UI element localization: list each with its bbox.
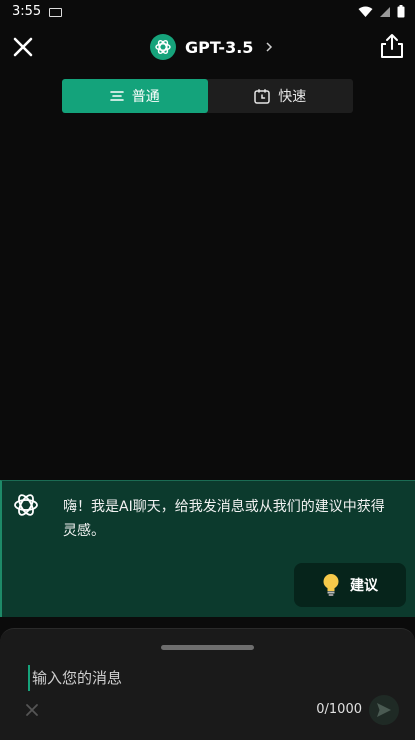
clock-icon [254,88,270,104]
model-selector[interactable]: GPT-3.5 [150,32,273,62]
keyboard-icon [49,8,62,17]
close-button[interactable] [10,34,36,60]
ai-avatar-icon [12,491,40,519]
top-bar: GPT-3.5 [0,24,415,70]
suggest-label: 建议 [350,578,378,594]
lightbulb-icon [323,574,339,596]
char-counter: 0/1000 [316,702,362,717]
model-title: GPT-3.5 [185,37,254,57]
welcome-panel: 嗨！我是AI聊天，给我发消息或从我们的建议中获得灵感。 建议 [0,480,415,617]
lines-icon [109,91,124,101]
share-icon [381,34,403,58]
tab-fast[interactable]: 快速 [208,79,354,113]
signal-icon [380,6,390,17]
openai-logo-icon [150,34,176,60]
message-input[interactable] [28,665,378,691]
welcome-message: 嗨！我是AI聊天，给我发消息或从我们的建议中获得灵感。 [63,499,385,539]
status-bar: 3:55 [0,0,415,24]
suggest-button[interactable]: 建议 [294,563,406,607]
wifi-icon [358,6,373,17]
drag-handle[interactable] [161,645,254,650]
battery-icon [397,5,405,18]
send-button[interactable] [369,695,399,725]
tab-normal-label: 普通 [131,89,160,105]
close-icon [13,37,33,57]
close-icon [26,704,38,716]
send-icon [377,703,391,717]
clear-button[interactable] [23,701,41,719]
tab-normal[interactable]: 普通 [62,79,208,113]
tab-fast-label: 快速 [278,89,307,105]
status-time: 3:55 [12,4,42,19]
chevron-right-icon [266,42,273,52]
share-button[interactable] [379,32,405,60]
status-icons [358,5,405,18]
mode-toggle: 普通 快速 [62,79,353,113]
composer-panel: 0/1000 [0,628,415,740]
